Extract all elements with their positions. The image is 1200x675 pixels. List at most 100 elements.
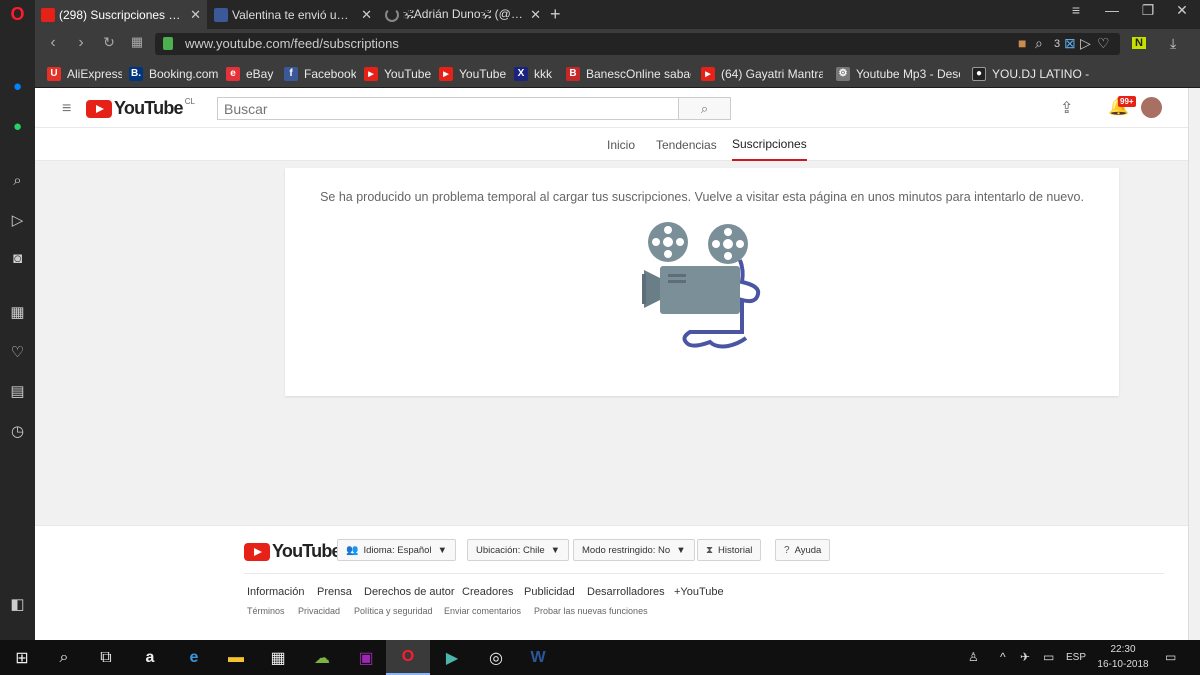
messenger-icon[interactable]: ●: [0, 78, 35, 95]
vinyl-icon: ●: [972, 66, 986, 81]
bookmark-aliexpress[interactable]: U AliExpress: [47, 60, 122, 87]
footer-link[interactable]: +YouTube: [674, 586, 724, 598]
history-button[interactable]: ⧗ Historial: [697, 539, 762, 561]
store-icon[interactable]: ▦: [256, 640, 300, 675]
media-player-icon[interactable]: ▶: [430, 640, 474, 675]
reload-icon[interactable]: ↻: [98, 34, 120, 51]
language-button[interactable]: 👥 Idioma: Español ▼: [337, 539, 456, 561]
footer-small-link[interactable]: Probar las nuevas funciones: [534, 606, 648, 616]
minimize-icon[interactable]: —: [1094, 2, 1130, 18]
youtube-favicon-icon: [41, 7, 55, 22]
youtube-logo[interactable]: YouTube CL: [86, 97, 195, 119]
location-button[interactable]: Ubicación: Chile ▼: [467, 539, 570, 561]
search-input[interactable]: [217, 97, 679, 120]
footer-small-link[interactable]: Privacidad: [298, 606, 340, 616]
bookmark-booking[interactable]: B. Booking.com: [129, 60, 219, 87]
bookmark-youtube[interactable]: ▶ YouTube: [364, 60, 432, 87]
film-reel-icon: ⚙: [836, 66, 850, 81]
url-text[interactable]: www.youtube.com/feed/subscriptions: [185, 36, 399, 51]
tab-menu-icon[interactable]: ≡: [1058, 2, 1094, 18]
opera-taskbar-icon[interactable]: O: [386, 640, 430, 675]
airplane-icon[interactable]: ✈: [1020, 650, 1030, 664]
download-icon[interactable]: ⤓: [1170, 35, 1176, 52]
footer-link[interactable]: Publicidad: [524, 586, 575, 598]
file-explorer-icon[interactable]: ▬: [214, 640, 258, 675]
news-icon[interactable]: ▤: [0, 382, 35, 400]
word-icon[interactable]: W: [516, 640, 560, 675]
tab-close-icon[interactable]: ✕: [530, 7, 541, 23]
target-app-icon[interactable]: ◎: [474, 640, 518, 675]
bookmark-banesconline[interactable]: BBanescOnline sabado: [566, 60, 691, 87]
tab-tendencias[interactable]: Tendencias: [656, 128, 717, 161]
footer-small-link[interactable]: Enviar comentarios: [444, 606, 521, 616]
new-tab-icon[interactable]: +: [550, 4, 561, 25]
youtube-icon: ▶: [364, 66, 378, 81]
opera-menu-icon[interactable]: O: [0, 0, 35, 29]
footer-small-link[interactable]: Términos: [247, 606, 285, 616]
onenote-icon[interactable]: ▣: [344, 640, 388, 675]
battery-icon[interactable]: ▭: [1043, 650, 1054, 664]
amazon-icon[interactable]: a: [128, 640, 172, 675]
clock[interactable]: 22:30 16-10-2018: [1093, 642, 1153, 672]
tab-close-icon[interactable]: ✕: [190, 7, 201, 23]
whatsapp-icon[interactable]: ●: [0, 118, 35, 135]
bookmark-youdj[interactable]: ●YOU.DJ LATINO - ME: [972, 60, 1092, 87]
tab-suscripciones[interactable]: Suscripciones: [732, 128, 807, 161]
heart-icon[interactable]: ♡: [1097, 35, 1110, 52]
bookmark-youtube[interactable]: ▶ YouTube: [439, 60, 507, 87]
people-icon[interactable]: ♙: [968, 650, 979, 664]
bookmark-gayatri[interactable]: ▶(64) Gayatri Mantra C: [701, 60, 823, 87]
menu-icon[interactable]: ≡: [62, 100, 71, 118]
upload-icon[interactable]: ⇪: [1060, 98, 1073, 118]
footer-link[interactable]: Derechos de autor: [364, 586, 455, 598]
bookmark-facebook[interactable]: f Facebook: [284, 60, 356, 87]
scrollbar[interactable]: [1188, 88, 1200, 640]
chevron-up-icon[interactable]: ^: [1000, 650, 1006, 664]
search-icon[interactable]: ⌕: [1035, 35, 1043, 52]
footer-link[interactable]: Desarrolladores: [587, 586, 665, 598]
tab-youtube[interactable]: (298) Suscripciones - YouTube ✕: [35, 0, 207, 29]
action-center-icon[interactable]: ▭: [1165, 650, 1176, 664]
speed-dial-icon[interactable]: ▦: [0, 303, 35, 321]
edge-icon[interactable]: e: [172, 640, 216, 675]
notifications-badge: 99+: [1118, 96, 1136, 107]
tab-inicio[interactable]: Inicio: [607, 128, 635, 161]
windows-start-icon[interactable]: ⊞: [0, 640, 44, 675]
send-icon[interactable]: ▷: [1080, 35, 1091, 52]
close-window-icon[interactable]: ✕: [1164, 2, 1200, 19]
search-button[interactable]: ⌕: [678, 97, 731, 120]
help-button[interactable]: ? Ayuda: [775, 539, 831, 561]
footer-small-link[interactable]: Política y seguridad: [354, 606, 433, 616]
history-icon[interactable]: ◷: [0, 422, 35, 440]
camera-icon[interactable]: ◙: [0, 250, 35, 267]
help-icon: ?: [784, 544, 790, 556]
sidebar-toggle-icon[interactable]: ◧: [0, 595, 35, 613]
tab-close-icon[interactable]: ✕: [361, 7, 372, 23]
heart-icon[interactable]: ♡: [0, 343, 35, 361]
restore-icon[interactable]: ❐: [1130, 2, 1166, 19]
extension-icon[interactable]: N: [1132, 37, 1146, 49]
back-icon[interactable]: ‹: [42, 34, 64, 52]
send-icon[interactable]: ▷: [0, 211, 35, 229]
language-indicator[interactable]: ESP: [1066, 652, 1086, 663]
bookmark-ebay[interactable]: e eBay: [226, 60, 276, 87]
task-view-icon[interactable]: ⧉: [84, 640, 128, 675]
footer-link[interactable]: Información: [247, 586, 304, 598]
avatar[interactable]: [1141, 97, 1162, 118]
speed-dial-icon[interactable]: ▦: [126, 34, 148, 50]
restricted-mode-button[interactable]: Modo restringido: No ▼: [573, 539, 695, 561]
footer-youtube-logo[interactable]: YouTube: [244, 541, 342, 562]
footer-link[interactable]: Prensa: [317, 586, 352, 598]
forward-icon[interactable]: ›: [70, 34, 92, 52]
extension-x-icon[interactable]: ⊠: [1064, 35, 1076, 52]
cube-icon[interactable]: ■: [1018, 35, 1026, 51]
bookmark-youtube-mp3[interactable]: ⚙ Youtube Mp3 - Desca: [836, 60, 960, 87]
tab-facebook[interactable]: Valentina te envió un mensaje ✕: [208, 0, 378, 29]
bookmark-kkk[interactable]: Xkkk: [514, 60, 559, 87]
search-icon[interactable]: ⌕: [0, 172, 35, 189]
search-icon[interactable]: ⌕: [42, 640, 86, 675]
lock-icon[interactable]: [163, 37, 173, 50]
footer-link[interactable]: Creadores: [462, 586, 513, 598]
cloud-app-icon[interactable]: ☁: [300, 640, 344, 675]
tab-twitter[interactable]: 🕉Adrián Duno🕉 (@Duno ✕: [379, 0, 547, 29]
